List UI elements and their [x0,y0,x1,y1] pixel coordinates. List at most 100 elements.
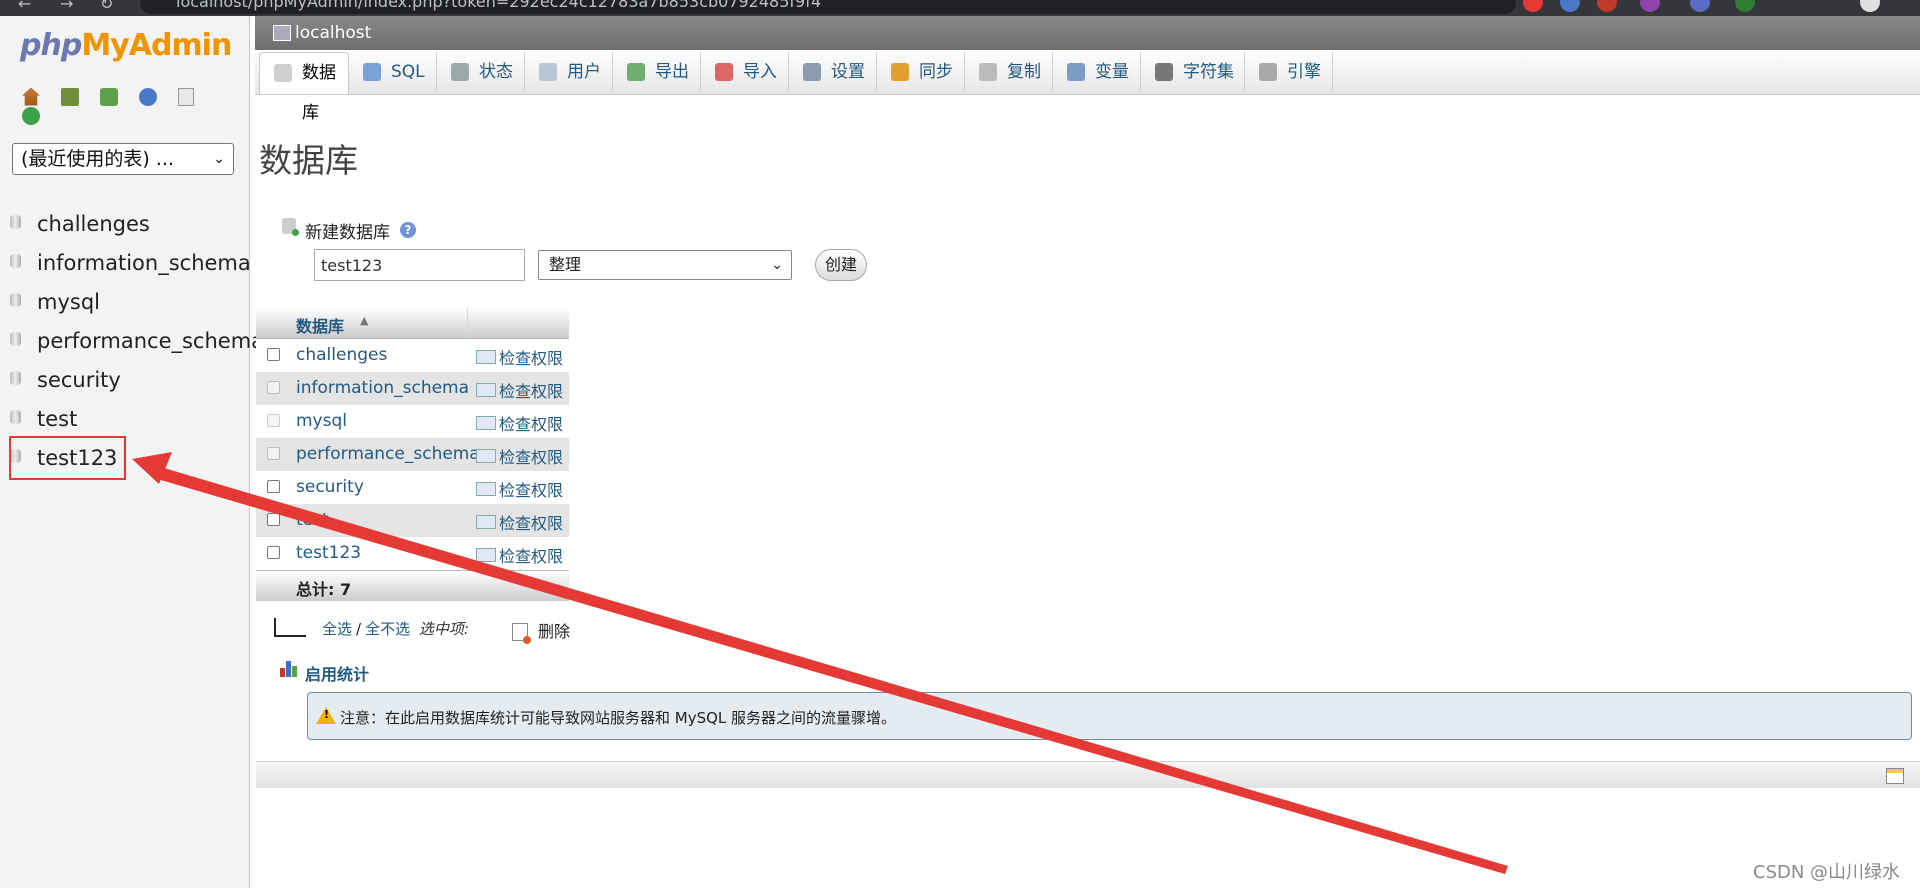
check-privileges-link[interactable]: 检查权限 [499,543,563,567]
row-checkbox[interactable] [267,348,280,361]
tree-item-label[interactable]: security [37,368,121,392]
tab-variables[interactable]: 变量 [1053,52,1141,92]
forward-icon[interactable]: → [60,0,73,13]
row-checkbox [267,447,280,460]
table-row: mysql 检查权限 [256,405,569,438]
tab-sql[interactable]: SQL [349,52,437,92]
tree-item-information-schema[interactable]: information_schema [0,247,251,286]
check-privileges-link[interactable]: 检查权限 [499,345,563,369]
tree-item-label[interactable]: information_schema [37,251,251,275]
logo-php-text: php [20,28,82,63]
phpmyadmin-logo[interactable]: phpMyAdmin [20,28,232,63]
row-checkbox[interactable] [267,513,280,526]
select-none-link[interactable]: 全不选 [365,620,410,638]
sort-ascending-icon[interactable]: ▲ [360,314,368,327]
extension-icon[interactable] [1640,0,1660,12]
tree-item-mysql[interactable]: mysql [0,286,249,325]
database-link[interactable]: challenges [296,345,387,365]
tab-sync[interactable]: 同步 [877,52,965,92]
profile-avatar[interactable] [1860,0,1880,12]
privileges-icon[interactable] [476,449,496,463]
table-header: 数据库 ▲ [256,308,569,339]
database-icon [10,293,21,307]
tree-item-performance-schema[interactable]: performance_schema [0,325,264,364]
row-checkbox[interactable] [267,480,280,493]
privileges-icon[interactable] [476,416,496,430]
column-header-database[interactable]: 数据库 [296,313,344,337]
tree-item-challenges[interactable]: challenges [0,208,249,247]
tab-databases[interactable]: 数据库 [259,52,349,123]
page-title: 数据库 [259,141,358,180]
check-privileges-link[interactable]: 检查权限 [499,444,563,468]
tab-charset[interactable]: 字符集 [1141,52,1245,92]
address-bar[interactable]: localhost/phpMyAdmin/index.php?token=292… [140,0,1516,14]
tab-engines[interactable]: 引擎 [1245,52,1333,92]
check-privileges-link[interactable]: 检查权限 [499,411,563,435]
privileges-icon[interactable] [476,383,496,397]
table-row: test 检查权限 [256,504,569,537]
recent-tables-value: (最近使用的表) ... [21,148,174,170]
tab-label: 数据库 [302,63,336,123]
quick-icons [22,86,249,125]
help-icon[interactable]: ? [400,222,416,238]
select-arrow-icon [270,616,306,638]
exit-icon[interactable] [61,87,80,106]
back-icon[interactable]: ← [18,0,31,13]
tab-replication[interactable]: 复制 [965,52,1053,92]
database-link[interactable]: information_schema [296,378,469,398]
table-row: challenges 检查权限 [256,339,569,372]
enable-statistics-link[interactable]: 启用统计 [305,661,369,685]
query-window-icon[interactable] [100,87,119,106]
tab-settings[interactable]: 设置 [789,52,877,92]
statistics-icon [280,661,298,677]
privileges-icon[interactable] [476,350,496,364]
tree-item-label[interactable]: test [37,407,77,431]
tree-item-label[interactable]: challenges [37,212,150,236]
database-link[interactable]: test123 [296,543,361,563]
server-label[interactable]: localhost [295,16,371,50]
extension-icon[interactable] [1597,0,1617,12]
extension-icon[interactable] [1560,0,1580,12]
check-privileges-link[interactable]: 检查权限 [499,378,563,402]
help-icon[interactable] [139,87,158,106]
export-icon [627,63,645,81]
database-link[interactable]: mysql [296,411,347,431]
table-row: test123 检查权限 [256,537,569,570]
docs-icon[interactable] [178,87,195,106]
extension-icon[interactable] [1523,0,1543,12]
reload-icon[interactable] [22,107,40,125]
database-icon [10,215,21,229]
tab-export[interactable]: 导出 [613,52,701,92]
extension-icon[interactable] [1690,0,1710,12]
tab-users[interactable]: 用户 [525,52,613,92]
home-icon[interactable] [22,87,40,106]
database-link[interactable]: test [296,510,329,530]
recent-tables-select[interactable]: (最近使用的表) ... ⌄ [12,143,234,175]
privileges-icon[interactable] [476,548,496,562]
tree-item-label[interactable]: mysql [37,290,100,314]
database-name-input[interactable] [314,249,525,281]
row-checkbox[interactable] [267,546,280,559]
tree-item-security[interactable]: security [0,364,249,403]
extension-icon[interactable] [1735,0,1755,12]
privileges-icon[interactable] [476,515,496,529]
select-all-link[interactable]: 全选 [322,620,352,638]
delete-icon[interactable] [512,623,531,644]
reload-page-icon[interactable]: ↻ [100,0,113,13]
privileges-icon[interactable] [476,482,496,496]
delete-button[interactable]: 删除 [538,618,570,642]
column-divider [467,308,468,338]
tree-item-label[interactable]: performance_schema [37,329,264,353]
collation-select[interactable]: 整理 ⌄ [538,250,792,280]
database-link[interactable]: security [296,477,364,497]
tab-label: 状态 [479,62,513,82]
database-link[interactable]: performance_schema [296,444,480,464]
tab-status[interactable]: 状态 [437,52,525,92]
tab-import[interactable]: 导入 [701,52,789,92]
check-privileges-link[interactable]: 检查权限 [499,477,563,501]
tab-label: 变量 [1095,62,1129,82]
tab-label: 字符集 [1183,62,1234,82]
check-privileges-link[interactable]: 检查权限 [499,510,563,534]
console-icon[interactable] [1886,768,1904,784]
create-button[interactable]: 创建 [815,249,867,281]
